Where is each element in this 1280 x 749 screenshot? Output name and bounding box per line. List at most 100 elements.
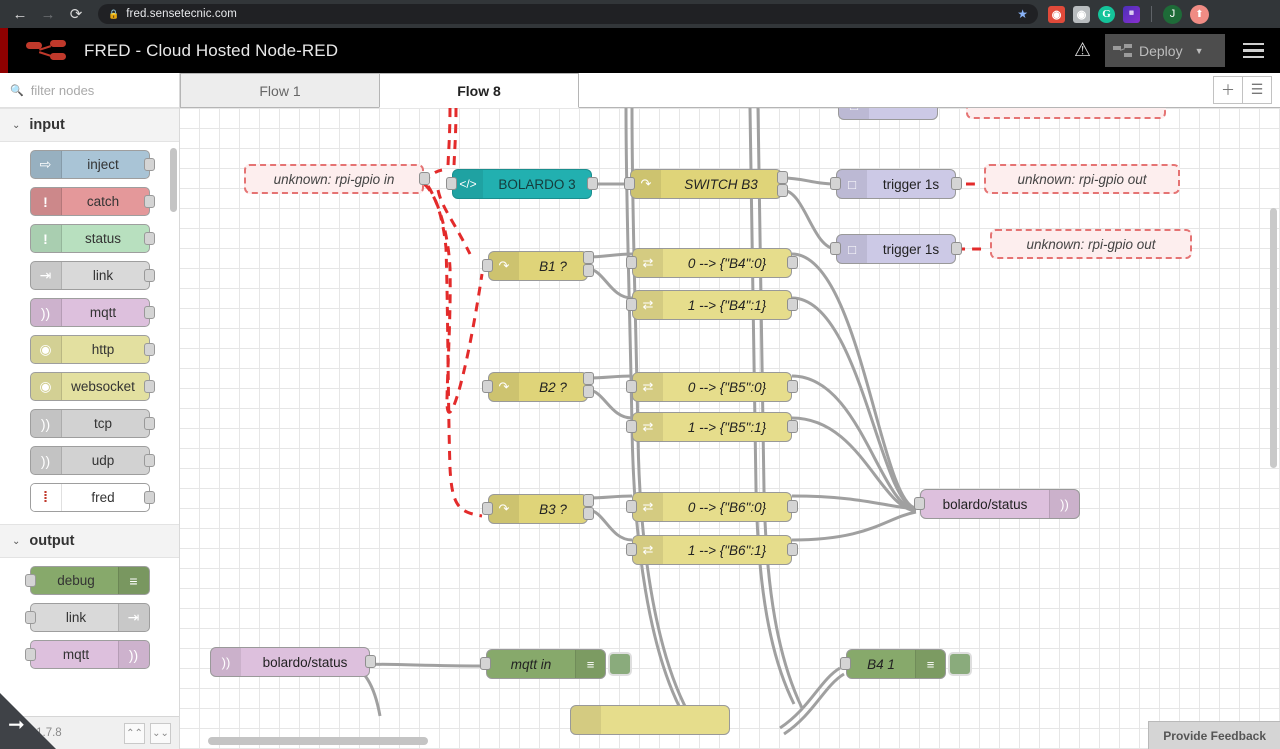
tab-flow-8[interactable]: Flow 8 [379, 73, 579, 108]
palette-node-fred[interactable]: ⁞ fred [30, 483, 150, 512]
flow-node-trigger-1s-a[interactable]: □ trigger 1s [836, 169, 956, 199]
output-port[interactable] [951, 242, 962, 255]
profile-avatar[interactable]: J [1163, 5, 1182, 24]
input-port[interactable] [626, 298, 637, 311]
output-port[interactable] [144, 343, 155, 356]
output-port[interactable] [787, 420, 798, 433]
debug-toggle-button[interactable] [948, 652, 972, 676]
flow-node-debug-b4-1[interactable]: B4 1 ≡ [846, 649, 946, 679]
output-port[interactable] [144, 380, 155, 393]
flow-node-debug-mqtt-in[interactable]: mqtt in ≡ [486, 649, 606, 679]
output-port[interactable] [583, 494, 594, 507]
flow-node-change-b6-1[interactable]: ⇄ 1 --> {"B6":1} [632, 535, 792, 565]
flow-node-change-b6-0[interactable]: ⇄ 0 --> {"B6":0} [632, 492, 792, 522]
input-port[interactable] [830, 242, 841, 255]
flow-canvas[interactable]: □ unknown: rpi-gpio in </> BOLARDO 3 ↷ S… [180, 108, 1280, 749]
output-port[interactable] [787, 256, 798, 269]
output-port[interactable] [787, 298, 798, 311]
output-port[interactable] [787, 543, 798, 556]
output-port[interactable] [365, 655, 376, 668]
main-menu-icon[interactable] [1225, 43, 1280, 59]
palette-node-tcp-in[interactable]: )) tcp [30, 409, 150, 438]
update-icon[interactable]: ⬆ [1190, 5, 1209, 24]
flow-node-b1[interactable]: ↷ B1 ? [488, 251, 588, 281]
input-port[interactable] [482, 259, 493, 272]
input-port[interactable] [626, 256, 637, 269]
palette-node-catch[interactable]: ! catch [30, 187, 150, 216]
output-port[interactable] [777, 171, 788, 184]
output-port[interactable] [951, 177, 962, 190]
flow-node-change-b4-1[interactable]: ⇄ 1 --> {"B4":1} [632, 290, 792, 320]
input-port[interactable] [482, 502, 493, 515]
address-bar[interactable]: 🔒 fred.sensetecnic.com ★ [98, 4, 1038, 24]
palette-node-debug[interactable]: ≡ debug [30, 566, 150, 595]
canvas-vertical-scrollbar[interactable] [1270, 208, 1277, 468]
flow-node-change-b4-0[interactable]: ⇄ 0 --> {"B4":0} [632, 248, 792, 278]
flow-node-mqtt-in-bolardo-status[interactable]: )) bolardo/status [210, 647, 370, 677]
flow-node-unknown-rpi-gpio-in[interactable]: unknown: rpi-gpio in [244, 164, 424, 194]
browser-forward-icon[interactable]: → [34, 0, 62, 28]
input-port[interactable] [25, 611, 36, 624]
palette-scrollbar[interactable] [170, 148, 177, 212]
flow-node-b2[interactable]: ↷ B2 ? [488, 372, 588, 402]
input-port[interactable] [626, 500, 637, 513]
palette-node-status[interactable]: ! status [30, 224, 150, 253]
output-port[interactable] [144, 491, 155, 504]
collapse-all-button[interactable]: ⌃⌃ [124, 723, 145, 744]
palette-node-link-in[interactable]: ⇥ link [30, 261, 150, 290]
list-flows-button[interactable]: ☰ [1242, 76, 1272, 104]
flow-node-unknown-partial[interactable] [966, 108, 1166, 119]
output-port[interactable] [583, 264, 594, 277]
warning-icon[interactable]: ⚠ [1060, 39, 1105, 62]
output-port[interactable] [144, 232, 155, 245]
output-port[interactable] [787, 380, 798, 393]
output-port[interactable] [583, 372, 594, 385]
canvas-horizontal-scrollbar[interactable] [208, 737, 428, 745]
flow-node-bolardo-3[interactable]: </> BOLARDO 3 [452, 169, 592, 199]
output-port[interactable] [144, 195, 155, 208]
input-port[interactable] [25, 648, 36, 661]
output-port[interactable] [144, 269, 155, 282]
grammarly-icon[interactable]: G [1098, 6, 1115, 23]
output-port[interactable] [777, 184, 788, 197]
input-port[interactable] [914, 497, 925, 510]
flow-node-b3[interactable]: ↷ B3 ? [488, 494, 588, 524]
input-port[interactable] [840, 657, 851, 670]
rss-feed-icon[interactable]: ◉ [1048, 6, 1065, 23]
flow-node-change-b5-0[interactable]: ⇄ 0 --> {"B5":0} [632, 372, 792, 402]
flow-node-trigger-1s-b[interactable]: □ trigger 1s [836, 234, 956, 264]
input-port[interactable] [446, 177, 457, 190]
expand-all-button[interactable]: ⌄⌄ [150, 723, 171, 744]
purple-extension-icon[interactable]: ▨ [1123, 6, 1140, 23]
output-port[interactable] [587, 177, 598, 190]
tab-flow-1[interactable]: Flow 1 [180, 73, 380, 107]
debug-toggle-button[interactable] [608, 652, 632, 676]
palette-category-input[interactable]: ⌄ input [0, 108, 179, 142]
browser-reload-icon[interactable]: ⟳ [62, 0, 90, 28]
input-port[interactable] [624, 177, 635, 190]
input-port[interactable] [626, 420, 637, 433]
flow-node-change-b5-1[interactable]: ⇄ 1 --> {"B5":1} [632, 412, 792, 442]
input-port[interactable] [626, 543, 637, 556]
output-port[interactable] [583, 385, 594, 398]
output-port[interactable] [583, 507, 594, 520]
palette-node-mqtt-in[interactable]: )) mqtt [30, 298, 150, 327]
flow-node-trigger-partial[interactable]: □ [838, 108, 938, 120]
output-port[interactable] [144, 158, 155, 171]
input-port[interactable] [626, 380, 637, 393]
output-port[interactable] [144, 417, 155, 430]
output-port[interactable] [419, 172, 430, 185]
input-port[interactable] [25, 574, 36, 587]
bookmark-star-icon[interactable]: ★ [1017, 7, 1028, 21]
chevron-down-icon[interactable]: ▼ [1195, 46, 1204, 56]
add-flow-button[interactable]: ＋ [1213, 76, 1243, 104]
output-port[interactable] [144, 454, 155, 467]
output-port[interactable] [144, 306, 155, 319]
palette-node-inject[interactable]: ⇨ inject [30, 150, 150, 179]
palette-node-link-out[interactable]: ⇥ link [30, 603, 150, 632]
input-port[interactable] [830, 177, 841, 190]
input-port[interactable] [482, 380, 493, 393]
output-port[interactable] [583, 251, 594, 264]
rss-grey-icon[interactable]: ◉ [1073, 6, 1090, 23]
flow-node-switch-b3[interactable]: ↷ SWITCH B3 [630, 169, 782, 199]
